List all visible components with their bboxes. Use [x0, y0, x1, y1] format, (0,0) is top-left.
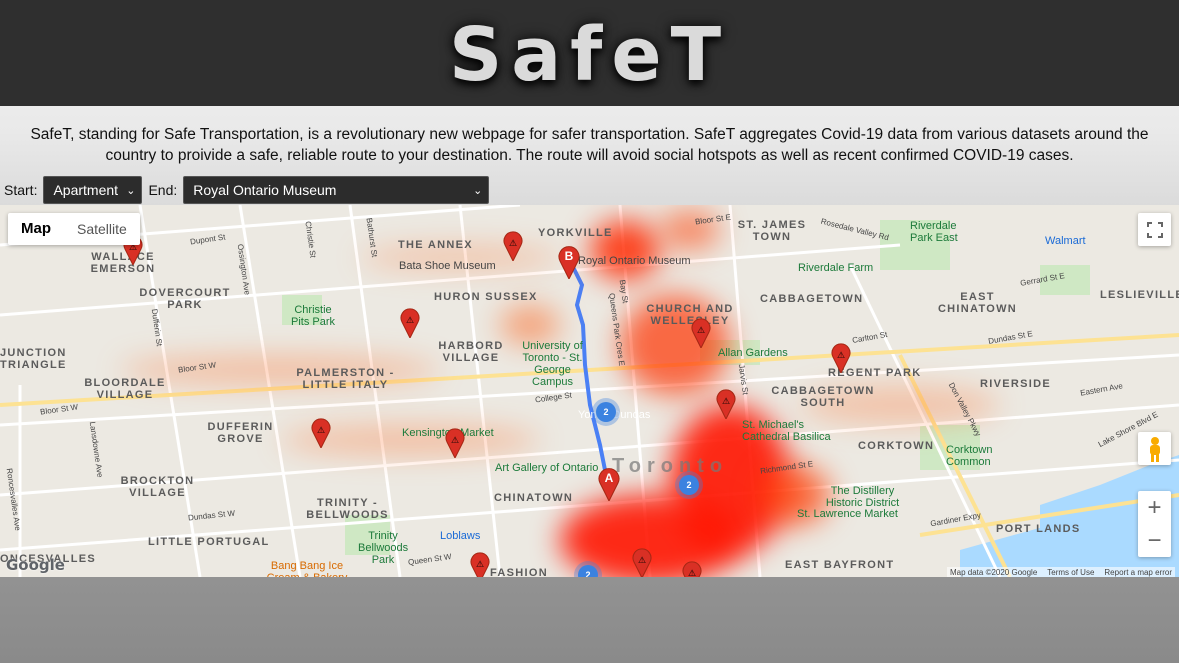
- start-select[interactable]: Apartment ⌄: [43, 176, 143, 204]
- map-view[interactable]: YORKVILLE ST. JAMES TOWN THE ANNEX WALLA…: [0, 205, 1179, 577]
- report-error-link[interactable]: Report a map error: [1104, 568, 1172, 577]
- map-type-satellite-button[interactable]: Satellite: [64, 213, 140, 245]
- svg-text:⚠: ⚠: [638, 555, 646, 565]
- hazard-marker[interactable]: ⚠: [470, 552, 490, 577]
- chevron-down-icon: ⌄: [473, 184, 483, 197]
- svg-text:⚠: ⚠: [697, 325, 705, 335]
- pegman-icon: [1149, 436, 1160, 462]
- zoom-control: + −: [1138, 491, 1171, 557]
- fullscreen-icon: [1146, 221, 1163, 238]
- app-title: SafeT: [448, 12, 731, 98]
- map-type-map-button[interactable]: Map: [8, 213, 64, 245]
- svg-text:⚠: ⚠: [688, 568, 696, 577]
- end-label: End:: [148, 182, 178, 198]
- hazard-marker[interactable]: ⚠: [831, 343, 851, 375]
- street-view-pegman[interactable]: [1138, 432, 1171, 465]
- svg-text:⚠: ⚠: [476, 559, 484, 569]
- hazard-marker[interactable]: ⚠: [445, 428, 465, 460]
- hazard-marker[interactable]: ⚠: [311, 418, 331, 450]
- cluster-marker[interactable]: 2: [679, 475, 699, 495]
- svg-text:⚠: ⚠: [451, 435, 459, 445]
- hazard-marker[interactable]: ⚠: [400, 308, 420, 340]
- hazard-marker[interactable]: ⚠: [632, 548, 652, 577]
- zoom-out-button[interactable]: −: [1147, 524, 1161, 557]
- chevron-down-icon: ⌄: [126, 184, 136, 197]
- attribution-text: Map data ©2020 Google: [949, 568, 1038, 577]
- route-controls: Start: Apartment ⌄ End: Royal Ontario Mu…: [4, 176, 490, 204]
- start-label: Start:: [4, 182, 38, 198]
- terms-link[interactable]: Terms of Use: [1047, 568, 1094, 577]
- marker-b-label: B: [564, 249, 574, 263]
- svg-text:⚠: ⚠: [509, 238, 517, 248]
- cluster-marker[interactable]: 2: [596, 402, 616, 422]
- hazard-marker[interactable]: ⚠: [691, 318, 711, 350]
- start-select-value: Apartment: [53, 182, 119, 198]
- app-header: SafeT: [0, 0, 1179, 106]
- map-attribution: Map data ©2020 Google Terms of Use Repor…: [946, 567, 1175, 577]
- zoom-in-button[interactable]: +: [1147, 491, 1161, 524]
- svg-text:⚠: ⚠: [406, 315, 414, 325]
- route-start-marker[interactable]: A: [598, 467, 620, 503]
- svg-text:⚠: ⚠: [722, 396, 730, 406]
- map-type-control: Map Satellite: [8, 213, 140, 245]
- app-description: SafeT, standing for Safe Transportation,…: [30, 126, 1149, 164]
- end-select-value: Royal Ontario Museum: [193, 182, 337, 198]
- hazard-marker[interactable]: ⚠: [503, 231, 523, 263]
- svg-text:⚠: ⚠: [317, 425, 325, 435]
- route-end-marker[interactable]: B: [558, 245, 580, 281]
- marker-a-label: A: [604, 471, 614, 485]
- hazard-marker[interactable]: ⚠: [682, 561, 702, 577]
- markers-layer: [0, 205, 1179, 577]
- google-logo-text: Google: [6, 556, 65, 574]
- end-select[interactable]: Royal Ontario Museum ⌄: [183, 176, 490, 204]
- google-logo[interactable]: Google: [6, 556, 65, 574]
- fullscreen-button[interactable]: [1138, 213, 1171, 246]
- svg-text:⚠: ⚠: [837, 350, 845, 360]
- hazard-marker[interactable]: ⚠: [716, 389, 736, 421]
